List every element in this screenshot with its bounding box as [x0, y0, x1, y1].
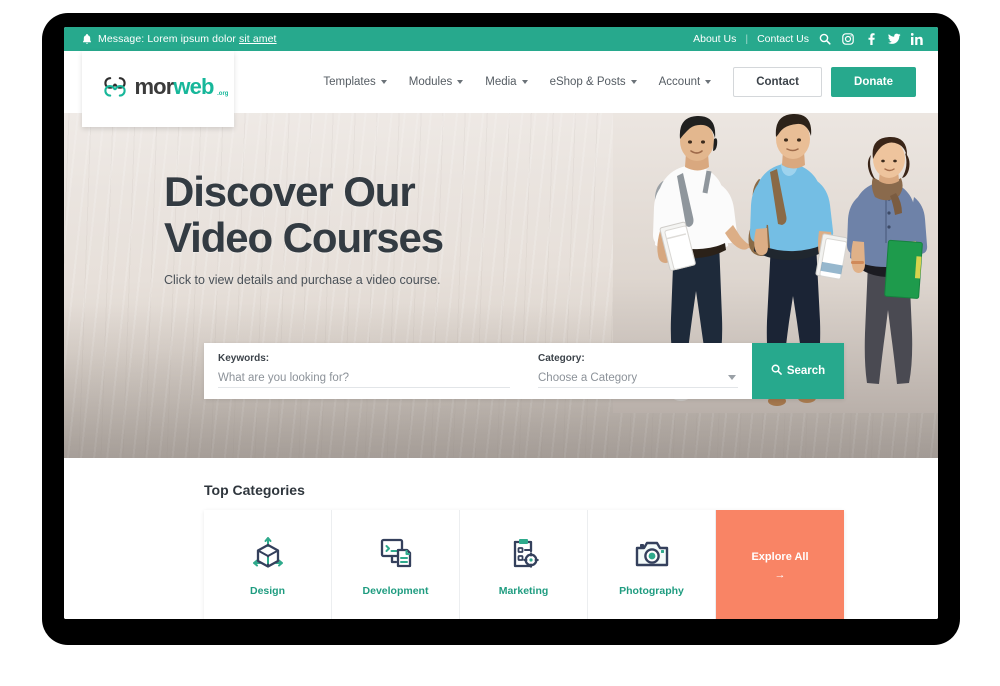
donate-button[interactable]: Donate: [831, 67, 916, 97]
nav-label: eShop & Posts: [549, 76, 626, 88]
nav-label: Account: [658, 76, 701, 88]
explore-all-button[interactable]: Explore All →: [716, 510, 844, 619]
category-card-design[interactable]: Design: [204, 510, 332, 619]
nav-item-account[interactable]: Account: [659, 76, 712, 88]
search-icon[interactable]: [818, 32, 832, 46]
section-title: Top Categories: [204, 482, 305, 498]
chevron-down-icon: [457, 80, 464, 84]
about-us-link[interactable]: About Us: [693, 33, 736, 45]
morweb-infinity-logo-icon: [103, 76, 128, 98]
camera-icon: [633, 535, 671, 573]
nav-label: Templates: [323, 76, 376, 88]
browser-viewport: Message: Lorem ipsum dolor sit amet Abou…: [64, 27, 938, 619]
logo-word-dark: mor: [134, 74, 175, 99]
linkedin-icon[interactable]: [910, 32, 924, 46]
clipboard-target-icon: [505, 535, 543, 573]
keywords-label: Keywords:: [218, 353, 270, 364]
instagram-icon[interactable]: [841, 32, 855, 46]
hero-title: Discover Our Video Courses: [164, 168, 444, 261]
device-frame: Message: Lorem ipsum dolor sit amet Abou…: [42, 13, 960, 645]
announcement-link[interactable]: sit amet: [239, 33, 277, 45]
field-underline: [218, 387, 510, 388]
link-separator: |: [745, 33, 749, 45]
top-categories-section: Top Categories Design Development Market…: [64, 458, 938, 619]
search-button[interactable]: Search: [752, 343, 844, 399]
main-navigation-bar: morweb .org Templates Modules Media eShop: [64, 51, 938, 127]
announcement-area: Message: Lorem ipsum dolor sit amet: [82, 33, 277, 45]
nav-action-buttons: Contact Donate: [733, 67, 916, 97]
logo-wordmark: morweb .org: [134, 74, 229, 100]
hero-title-line2: Video Courses: [164, 214, 444, 261]
category-label: Development: [362, 585, 429, 597]
category-select[interactable]: Choose a Category: [538, 372, 738, 384]
logo-word-teal: web: [173, 74, 214, 99]
top-utility-bar: Message: Lorem ipsum dolor sit amet Abou…: [64, 27, 938, 51]
category-card-row: Design Development Marketing Photography…: [204, 510, 844, 619]
category-card-photography[interactable]: Photography: [588, 510, 716, 619]
nav-label: Modules: [408, 76, 453, 88]
chevron-down-icon: [630, 80, 637, 84]
chevron-down-icon: [521, 80, 528, 84]
hero-banner: Discover Our Video Courses Click to view…: [64, 113, 938, 458]
chevron-down-icon[interactable]: [728, 375, 736, 380]
search-button-label: Search: [786, 365, 826, 377]
logo-tld: .org: [217, 91, 229, 97]
nav-item-eshop-posts[interactable]: eShop & Posts: [550, 76, 637, 88]
utility-links: About Us | Contact Us: [693, 32, 924, 46]
explore-all-label: Explore All: [751, 551, 809, 563]
nav-item-modules[interactable]: Modules: [408, 76, 464, 88]
nav-menu: Templates Modules Media eShop & Posts Ac…: [323, 76, 712, 88]
facebook-icon[interactable]: [864, 32, 878, 46]
nav-item-media[interactable]: Media: [485, 76, 528, 88]
bell-icon: [82, 33, 92, 45]
course-search-form: Keywords: What are you looking for? Cate…: [204, 343, 844, 399]
hero-title-line1: Discover Our: [164, 168, 416, 215]
hero-subtitle: Click to view details and purchase a vid…: [164, 273, 441, 287]
announcement-text: Message: Lorem ipsum dolor sit amet: [98, 33, 277, 45]
chevron-down-icon: [380, 80, 387, 84]
category-label: Marketing: [498, 585, 549, 597]
site-logo[interactable]: morweb .org: [82, 51, 234, 127]
hero-copy: Discover Our Video Courses Click to view…: [164, 168, 444, 288]
keywords-input[interactable]: What are you looking for?: [218, 372, 510, 384]
code-window-icon: [377, 535, 415, 573]
twitter-icon[interactable]: [887, 32, 901, 46]
contact-button[interactable]: Contact: [733, 67, 823, 97]
field-underline: [538, 387, 738, 388]
category-card-development[interactable]: Development: [332, 510, 460, 619]
cube-3d-icon: [249, 535, 287, 573]
category-label: Category:: [538, 353, 585, 364]
chevron-down-icon: [705, 80, 712, 84]
keywords-field-group: Keywords: What are you looking for?: [204, 343, 524, 399]
search-icon: [771, 364, 782, 378]
category-card-marketing[interactable]: Marketing: [460, 510, 588, 619]
arrow-right-icon: →: [774, 569, 786, 581]
category-field-group: Category: Choose a Category: [524, 343, 752, 399]
category-label: Photography: [619, 585, 684, 597]
contact-us-link[interactable]: Contact Us: [757, 33, 809, 45]
nav-item-templates[interactable]: Templates: [323, 76, 387, 88]
nav-label: Media: [485, 76, 517, 88]
category-label: Design: [249, 585, 285, 597]
announcement-message: Message: Lorem ipsum dolor: [98, 33, 240, 45]
